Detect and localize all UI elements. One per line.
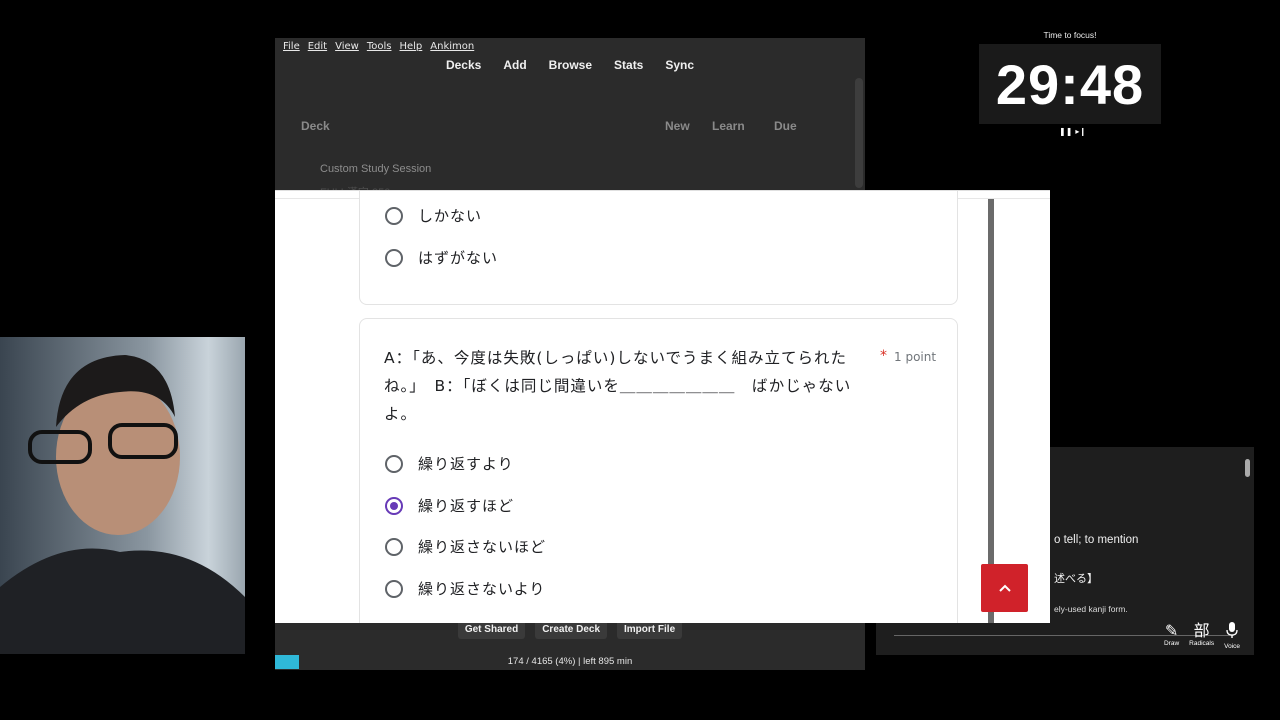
radio-button[interactable] — [385, 206, 403, 225]
toolbar-stats[interactable]: Stats — [614, 58, 643, 76]
form-scrollbar[interactable] — [988, 199, 994, 623]
required-asterisk: * — [880, 348, 887, 364]
quiz-form-browser: しかない はずがない A：「あ、今度は失敗(しっぱい)しないでうまく組み立てられ… — [275, 190, 1050, 623]
header-deck: Deck — [301, 119, 330, 133]
question-card: A：「あ、今度は失敗(しっぱい)しないでうまく組み立てられたね。」 B：「ぼくは… — [359, 318, 958, 623]
toolbar-browse[interactable]: Browse — [549, 58, 592, 76]
radio-button[interactable] — [385, 454, 403, 473]
header-due: Due — [774, 119, 797, 133]
timer-title: Time to focus! — [1043, 30, 1097, 40]
option-2-selected[interactable]: 繰り返すほど — [385, 495, 514, 516]
skip-icon[interactable]: ▸❙ — [1075, 127, 1086, 136]
deck-table-header: Deck New Learn Due — [301, 119, 821, 135]
menu-bar: File Edit View Tools Help Ankimon — [275, 38, 865, 56]
voice-label: Voice — [1224, 643, 1240, 650]
draw-icon: ✎ — [1164, 621, 1179, 640]
question-text: A：「あ、今度は失敗(しっぱい)しないでうまく組み立てられたね。」 B：「ぼくは… — [384, 349, 852, 423]
review-status: 174 / 4165 (4%) | left 895 min — [507, 656, 633, 667]
pause-icon[interactable]: ❚❚ — [1059, 127, 1072, 136]
toolbar-decks[interactable]: Decks — [446, 58, 481, 76]
radio-button[interactable] — [385, 248, 403, 267]
question-points: 1 point — [894, 350, 937, 364]
timer-controls: ❚❚ ▸❙ — [1059, 127, 1086, 136]
voice-tool[interactable]: Voice — [1224, 622, 1240, 650]
menu-help[interactable]: Help — [399, 38, 422, 56]
menu-tools[interactable]: Tools — [367, 38, 392, 56]
option-label: 繰り返さないより — [418, 580, 546, 598]
radio-button[interactable] — [385, 537, 403, 556]
option-label: 繰り返すほど — [418, 497, 515, 515]
radio-button[interactable] — [385, 579, 403, 598]
toolbar-add[interactable]: Add — [503, 58, 526, 76]
main-toolbar: Decks Add Browse Stats Sync — [275, 58, 865, 76]
previous-question-card: しかない はずがない — [359, 191, 958, 305]
option-label: はずがない — [418, 249, 499, 267]
draw-tool[interactable]: ✎ Draw — [1164, 622, 1179, 650]
radicals-label: Radicals — [1189, 640, 1215, 647]
header-learn: Learn — [712, 119, 745, 133]
microphone-icon — [1226, 622, 1238, 643]
option-3[interactable]: 繰り返さないほど — [385, 536, 546, 557]
webcam-feed — [0, 337, 245, 654]
menu-file[interactable]: File — [283, 38, 300, 56]
radicals-tool[interactable]: 部 Radicals — [1189, 622, 1214, 650]
deck-list-scrollbar[interactable] — [855, 78, 863, 188]
dictionary-definition: o tell; to mention — [1054, 534, 1139, 546]
menu-view[interactable]: View — [335, 38, 359, 56]
option-label: 繰り返すより — [418, 455, 514, 473]
option-1[interactable]: 繰り返すより — [385, 453, 514, 474]
prev-option-2[interactable]: はずがない — [385, 247, 498, 268]
dictionary-reading: 述べる】 — [1054, 572, 1098, 585]
header-new: New — [665, 119, 690, 133]
dictionary-note: ely-used kanji form. — [1054, 604, 1128, 614]
radicals-icon: 部 — [1193, 621, 1210, 640]
dictionary-scrollbar[interactable] — [1245, 459, 1250, 477]
option-4[interactable]: 繰り返さないより — [385, 578, 545, 599]
deck-row-custom-study[interactable]: Custom Study Session — [320, 163, 431, 175]
menu-edit[interactable]: Edit — [308, 38, 327, 56]
dictionary-tools: ✎ Draw 部 Radicals Voice — [1164, 622, 1240, 651]
menu-ankimon[interactable]: Ankimon — [430, 38, 474, 56]
option-label: 繰り返さないほど — [418, 538, 547, 556]
radio-button-selected[interactable] — [385, 496, 403, 515]
prev-option-1[interactable]: しかない — [385, 205, 482, 226]
draw-label: Draw — [1163, 640, 1180, 647]
option-label: しかない — [418, 207, 483, 225]
scroll-to-top-button[interactable] — [981, 564, 1028, 612]
timer-display: 29:48 — [995, 53, 1145, 116]
webcam-person-image — [0, 355, 245, 654]
chevron-up-icon — [998, 584, 1011, 592]
toolbar-sync[interactable]: Sync — [665, 58, 694, 76]
